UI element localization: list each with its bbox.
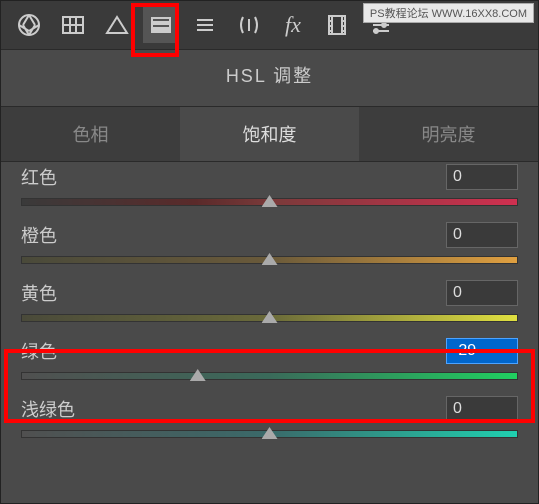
tab-hue[interactable]: 色相	[1, 107, 180, 161]
slider-row-red: 红色 0	[21, 162, 518, 212]
slider-row-green: 绿色 -29	[21, 328, 518, 386]
slider-track-teal[interactable]	[21, 430, 518, 438]
slider-row-orange: 橙色 0	[21, 212, 518, 270]
slider-label-red: 红色	[21, 164, 57, 190]
fx-icon[interactable]: fx	[275, 7, 311, 43]
slider-track-yellow[interactable]	[21, 314, 518, 322]
slider-handle-red[interactable]	[262, 195, 278, 207]
stack-icon[interactable]	[187, 7, 223, 43]
slider-track-red[interactable]	[21, 198, 518, 206]
hsl-tabs: 色相 饱和度 明亮度	[1, 106, 538, 162]
slider-handle-teal[interactable]	[262, 427, 278, 439]
slider-label-yellow: 黄色	[21, 280, 57, 306]
slider-value-red[interactable]: 0	[446, 164, 518, 190]
panel-title: HSL 调整	[1, 50, 538, 106]
film-icon[interactable]	[319, 7, 355, 43]
slider-row-teal: 浅绿色 0	[21, 386, 518, 444]
slider-track-orange[interactable]	[21, 256, 518, 264]
slider-value-green[interactable]: -29	[446, 338, 518, 364]
slider-track-green[interactable]	[21, 372, 518, 380]
tab-saturation[interactable]: 饱和度	[180, 107, 359, 161]
grid-icon[interactable]	[55, 7, 91, 43]
triangle-icon[interactable]	[99, 7, 135, 43]
slider-label-teal: 浅绿色	[21, 396, 75, 422]
slider-label-green: 绿色	[21, 338, 57, 364]
slider-list: 红色 0 橙色 0 黄色 0 绿色 -29	[1, 162, 538, 444]
slider-handle-orange[interactable]	[262, 253, 278, 265]
aperture-icon[interactable]	[11, 7, 47, 43]
slider-value-yellow[interactable]: 0	[446, 280, 518, 306]
slider-label-orange: 橙色	[21, 222, 57, 248]
lens-icon[interactable]	[231, 7, 267, 43]
hsl-adjustment-icon[interactable]	[143, 7, 179, 43]
slider-value-teal[interactable]: 0	[446, 396, 518, 422]
slider-row-yellow: 黄色 0	[21, 270, 518, 328]
slider-handle-green[interactable]	[190, 369, 206, 381]
tab-lightness[interactable]: 明亮度	[359, 107, 538, 161]
slider-handle-yellow[interactable]	[262, 311, 278, 323]
slider-value-orange[interactable]: 0	[446, 222, 518, 248]
watermark-label: PS教程论坛 WWW.16XX8.COM	[363, 3, 534, 23]
